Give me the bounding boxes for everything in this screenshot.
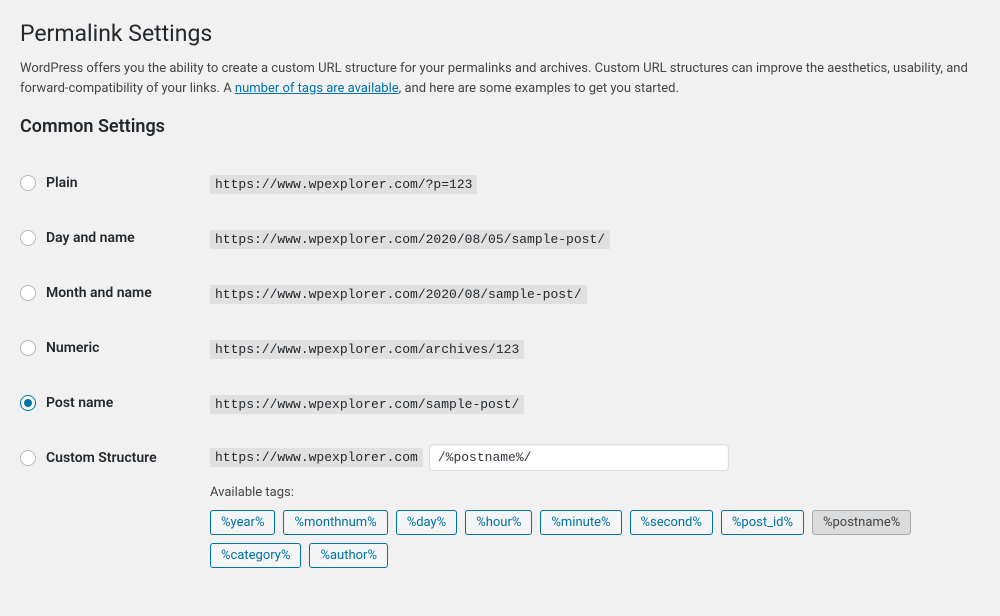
option-numeric-label[interactable]: Numeric: [20, 340, 200, 356]
option-month-name-text: Month and name: [46, 285, 152, 301]
permalink-structure-table: Plain https://www.wpexplorer.com/?p=123 …: [20, 155, 980, 586]
option-day-name-text: Day and name: [46, 230, 135, 246]
tag-button-category[interactable]: %category%: [210, 543, 301, 568]
radio-month-name[interactable]: [20, 285, 36, 301]
custom-structure-row: https://www.wpexplorer.com: [210, 444, 970, 471]
example-day-name: https://www.wpexplorer.com/2020/08/05/sa…: [210, 230, 610, 249]
description-text-2: , and here are some examples to get you …: [399, 81, 679, 96]
tag-button-post-id[interactable]: %post_id%: [721, 510, 804, 535]
example-plain: https://www.wpexplorer.com/?p=123: [210, 175, 477, 194]
page-description: WordPress offers you the ability to crea…: [20, 59, 980, 98]
tag-button-day[interactable]: %day%: [396, 510, 458, 535]
example-post-name: https://www.wpexplorer.com/sample-post/: [210, 395, 524, 414]
option-post-name-label[interactable]: Post name: [20, 395, 200, 411]
option-numeric-text: Numeric: [46, 340, 99, 356]
tag-button-second[interactable]: %second%: [630, 510, 713, 535]
tags-available-link[interactable]: number of tags are available: [235, 81, 399, 96]
option-post-name-text: Post name: [46, 395, 113, 411]
tag-button-minute[interactable]: %minute%: [540, 510, 621, 535]
permalink-structure-input[interactable]: [429, 444, 729, 471]
radio-plain[interactable]: [20, 175, 36, 191]
tag-button-monthnum[interactable]: %monthnum%: [283, 510, 387, 535]
page-title: Permalink Settings: [20, 20, 980, 47]
example-numeric: https://www.wpexplorer.com/archives/123: [210, 340, 524, 359]
option-custom-label[interactable]: Custom Structure: [20, 450, 200, 466]
tag-button-year[interactable]: %year%: [210, 510, 275, 535]
option-custom-text: Custom Structure: [46, 450, 157, 466]
radio-custom[interactable]: [20, 450, 36, 466]
common-settings-heading: Common Settings: [20, 116, 980, 137]
example-month-name: https://www.wpexplorer.com/2020/08/sampl…: [210, 285, 587, 304]
radio-day-name[interactable]: [20, 230, 36, 246]
tag-button-hour[interactable]: %hour%: [465, 510, 532, 535]
available-tags-list: %year% %monthnum% %day% %hour% %minute% …: [210, 510, 970, 568]
available-tags-label: Available tags:: [210, 485, 970, 500]
radio-numeric[interactable]: [20, 340, 36, 356]
option-plain-label[interactable]: Plain: [20, 175, 200, 191]
custom-base-url: https://www.wpexplorer.com: [210, 448, 423, 467]
tag-button-author[interactable]: %author%: [309, 543, 388, 568]
option-plain-text: Plain: [46, 175, 78, 191]
radio-post-name[interactable]: [20, 395, 36, 411]
option-month-name-label[interactable]: Month and name: [20, 285, 200, 301]
option-day-name-label[interactable]: Day and name: [20, 230, 200, 246]
tag-button-postname[interactable]: %postname%: [812, 510, 911, 535]
